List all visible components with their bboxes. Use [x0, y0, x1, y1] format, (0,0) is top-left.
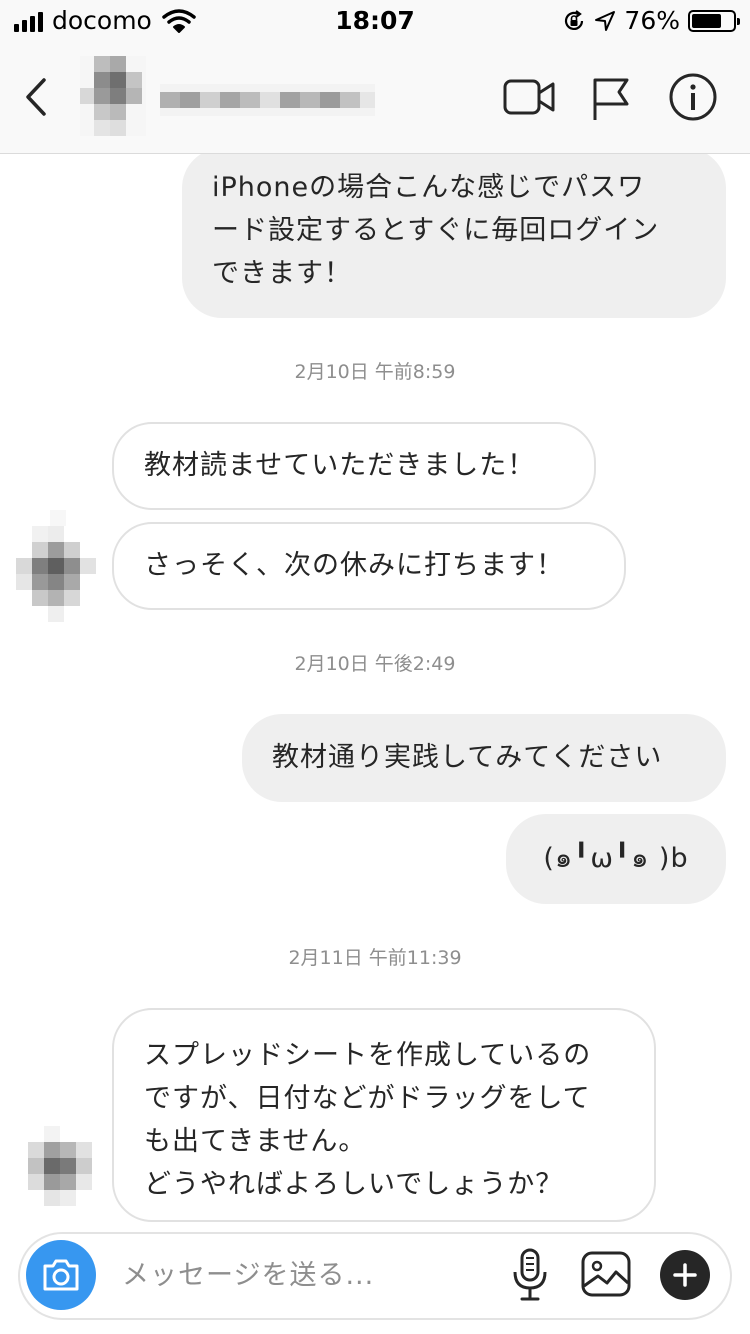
timestamp: 2月10日 午前8:59 — [294, 361, 456, 383]
status-bar: docomo 18:07 76% — [0, 0, 750, 40]
rotation-lock-icon — [565, 9, 584, 30]
avatar-blurred[interactable] — [80, 56, 146, 136]
message-incoming[interactable]: 教材読ませていただきました！ — [112, 422, 596, 510]
message-outgoing[interactable]: 教材通り実践してみてください — [242, 714, 726, 802]
video-call-button[interactable] — [502, 74, 556, 120]
camera-icon — [43, 1259, 79, 1291]
message-thread[interactable]: iPhoneの場合こんな感じでパスワ ード設定するとすぐに毎回ログイン できます… — [0, 154, 750, 1224]
message-incoming[interactable]: スプレッドシートを作成しているの ですが、日付などがドラッグをして も出てきませ… — [112, 1008, 656, 1222]
conversation-header — [0, 40, 750, 154]
info-button[interactable] — [668, 72, 718, 122]
camera-button[interactable] — [26, 1240, 96, 1310]
timestamp: 2月11日 午前11:39 — [288, 947, 462, 969]
flag-button[interactable] — [590, 74, 632, 122]
back-button[interactable] — [16, 72, 56, 122]
message-incoming[interactable]: さっそく、次の休みに打ちます！ — [112, 522, 626, 610]
status-right: 76% — [562, 6, 740, 35]
sender-avatar-blurred[interactable] — [14, 510, 100, 640]
image-gallery-icon[interactable] — [580, 1250, 632, 1298]
message-outgoing[interactable]: (๑╹ω╹๑ )b — [506, 814, 726, 904]
battery-icon — [688, 9, 740, 32]
timestamp: 2月10日 午後2:49 — [294, 653, 456, 675]
sender-avatar-blurred[interactable] — [22, 1126, 102, 1224]
message-input[interactable] — [120, 1252, 484, 1298]
battery-percent: 76% — [624, 6, 680, 35]
microphone-icon[interactable] — [510, 1248, 550, 1302]
location-arrow-icon — [595, 10, 616, 31]
battery-fill — [692, 13, 722, 28]
add-content-button[interactable] — [660, 1250, 710, 1300]
contact-name-blurred[interactable] — [160, 84, 375, 116]
plus-icon — [673, 1263, 697, 1287]
message-outgoing[interactable]: iPhoneの場合こんな感じでパスワ ード設定するとすぐに毎回ログイン できます… — [182, 154, 726, 318]
